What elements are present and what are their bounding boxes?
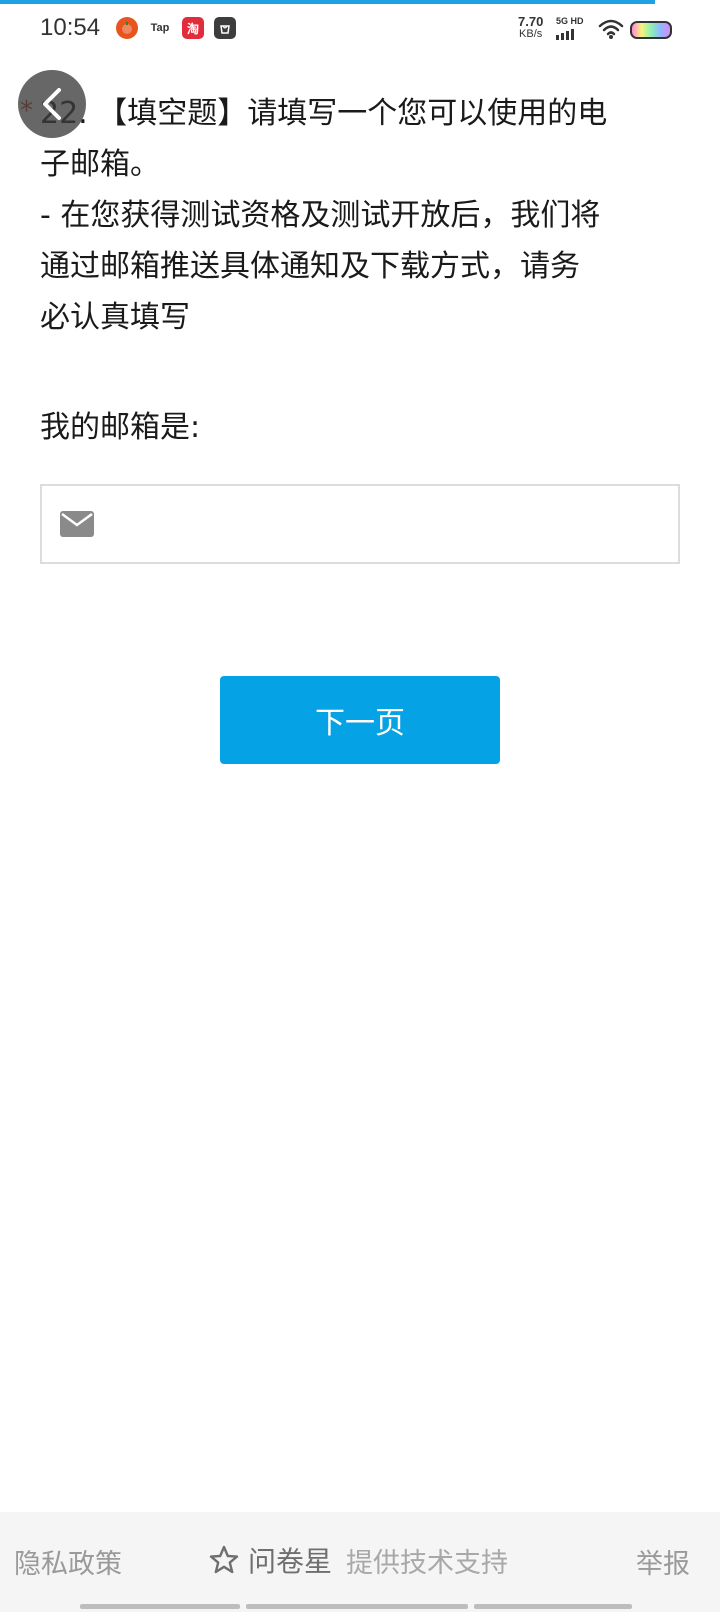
net-speed-unit: KB/s [519, 28, 543, 40]
signal-bars [556, 29, 584, 40]
question-title-line-1: 22. 【填空题】请填写一个您可以使用的电 [40, 96, 608, 131]
tech-support-text: 提供技术支持 [346, 1547, 509, 1579]
back-button[interactable] [18, 70, 86, 138]
question-note-line-2: 通过邮箱推送具体通知及下载方式，请务 [40, 249, 580, 284]
question-title-line-2: 子邮箱。 [40, 147, 160, 182]
shopping-bag-icon [214, 17, 236, 39]
cellular-signal-icon: 5G HD [556, 16, 584, 40]
privacy-policy-link[interactable]: 隐私政策 [14, 1542, 122, 1581]
wifi-icon [598, 19, 624, 39]
net-speed-value: 7.70 [518, 14, 544, 29]
battery-icon [630, 21, 672, 39]
brand-name: 问卷星 [248, 1545, 333, 1578]
star-icon [209, 1545, 239, 1574]
chevron-left-icon [43, 88, 61, 120]
status-bar: 10:54 Tap 淘 7.70 KB/s 5G HD [0, 4, 720, 52]
network-speed: 7.70 KB/s [518, 14, 544, 40]
signal-label: 5G HD [556, 16, 584, 26]
footer-scrollbar [80, 1604, 632, 1609]
question-text: 22. 【填空题】请填写一个您可以使用的电 子邮箱。 - 在您获得测试资格及测试… [40, 88, 680, 343]
status-time: 10:54 [40, 14, 101, 41]
tap-app-icon: Tap [150, 22, 170, 34]
question-note-line-1: - 在您获得测试资格及测试开放后，我们将 [40, 198, 601, 233]
footer-brand[interactable]: 问卷星 提供技术支持 [208, 1540, 508, 1580]
footer: 隐私政策 问卷星 提供技术支持 举报 [0, 1512, 720, 1612]
email-label: 我的邮箱是: [40, 410, 201, 445]
pumpkin-app-icon [116, 17, 138, 39]
next-page-button[interactable]: 下一页 [220, 676, 500, 764]
taobao-app-icon: 淘 [182, 17, 204, 39]
mail-icon [60, 511, 94, 537]
notification-icons: Tap 淘 [116, 17, 236, 39]
report-link[interactable]: 举报 [636, 1542, 690, 1581]
email-input[interactable] [108, 488, 678, 560]
email-field[interactable] [40, 484, 680, 564]
question-note-line-3: 必认真填写 [40, 300, 190, 335]
